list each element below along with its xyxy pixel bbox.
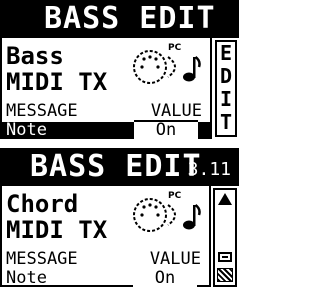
edit-content: Bass MIDI TX PC MESSAGE VALUE Note On xyxy=(0,38,212,139)
tab-letter: D xyxy=(219,64,233,88)
parameter-row-note[interactable]: Note On xyxy=(2,120,210,140)
screen-title: BASS EDIT xyxy=(30,149,202,184)
value-column-header: VALUE xyxy=(149,249,201,269)
lcd-screen-edit-tab: BASS EDIT Bass MIDI TX PC MESSAGE VALUE … xyxy=(0,0,239,139)
midi-icon-group: PC xyxy=(130,43,208,87)
lcd-screen-scroll: BASS EDIT 3.11 Chord MIDI TX PC MESSAGE … xyxy=(0,148,239,287)
divider xyxy=(0,139,239,148)
scroll-thumb[interactable] xyxy=(218,252,232,262)
tab-letter: I xyxy=(219,87,233,111)
value-column-header: VALUE xyxy=(150,101,202,121)
scroll-down-icon[interactable] xyxy=(217,268,233,282)
message-column-header: MESSAGE xyxy=(6,101,78,121)
scrollbar[interactable] xyxy=(213,188,237,287)
message-column-header: MESSAGE xyxy=(6,249,78,269)
scroll-up-arrow-icon[interactable] xyxy=(217,192,233,206)
music-note-icon xyxy=(183,55,201,82)
parameter-value[interactable]: On xyxy=(134,120,198,139)
title-bar: BASS EDIT 3.11 xyxy=(0,148,239,186)
part-name: Chord xyxy=(6,190,79,218)
title-bar: BASS EDIT xyxy=(0,0,239,38)
tab-letter: E xyxy=(219,41,233,65)
version-number: 3.11 xyxy=(187,159,231,180)
edit-side-tab[interactable]: E D I T xyxy=(215,40,237,137)
edit-content: Chord MIDI TX PC MESSAGE VALUE Note On xyxy=(0,186,211,287)
parameter-label: Note xyxy=(6,268,47,288)
pc-label: PC xyxy=(168,43,182,53)
tab-letter: T xyxy=(219,110,233,134)
mode-label: MIDI TX xyxy=(6,68,108,96)
mode-label: MIDI TX xyxy=(6,216,108,244)
pc-label: PC xyxy=(168,191,182,201)
midi-icon-group: PC xyxy=(130,191,208,235)
parameter-label: Note xyxy=(6,120,47,140)
part-name: Bass xyxy=(6,42,64,70)
parameter-row-note[interactable]: Note On xyxy=(2,270,209,287)
music-note-icon xyxy=(183,203,201,230)
parameter-value[interactable]: On xyxy=(133,270,197,287)
screen-title: BASS EDIT xyxy=(44,1,216,36)
